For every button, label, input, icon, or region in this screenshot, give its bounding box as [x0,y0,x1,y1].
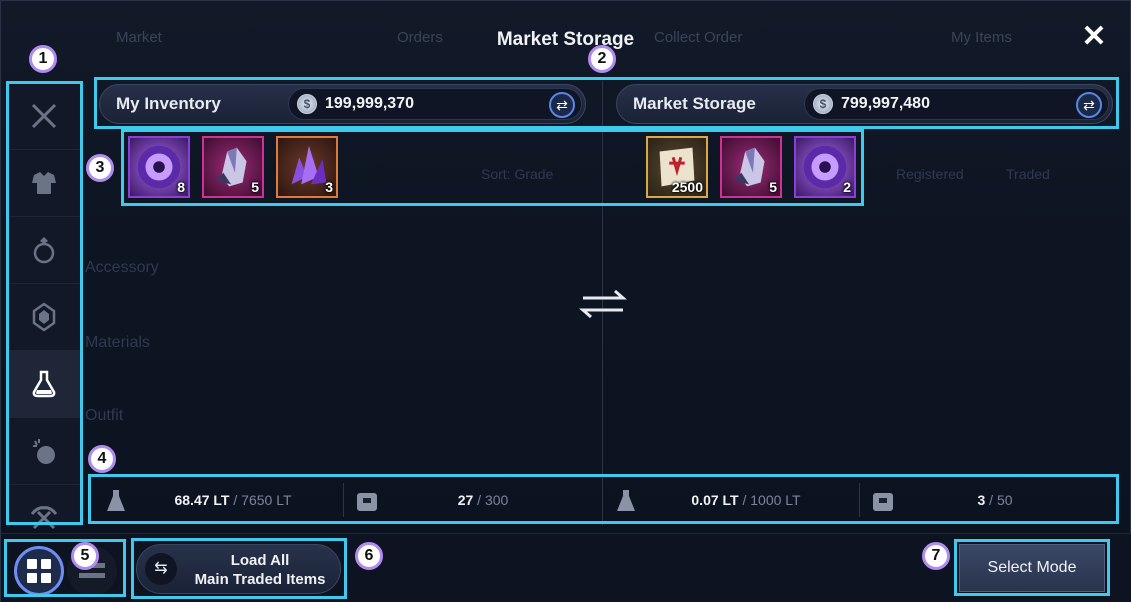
bg-filter-traded: Traded [1006,166,1050,182]
highlight-box-2 [94,77,1119,129]
highlight-box-7 [954,539,1110,596]
highlight-box-3 [121,129,864,206]
close-icon[interactable]: ✕ [1080,22,1108,52]
highlight-box-6 [131,538,347,599]
bg-category-accessory: Accessory [85,259,159,276]
highlight-box-4 [88,474,1119,524]
tutorial-badge-7: 7 [922,542,950,570]
bg-filter-registered: Registered [896,166,964,182]
tutorial-badge-6: 6 [355,542,383,570]
tutorial-badge-3: 3 [86,154,114,182]
bg-category-outfit: Outfit [85,407,124,424]
tutorial-badge-1: 1 [29,45,57,73]
bg-category-materials: Materials [85,334,150,351]
transfer-arrows-icon [579,289,627,319]
highlight-box-1 [6,81,83,525]
highlight-box-5 [4,539,126,597]
tutorial-badge-2: 2 [588,45,616,73]
page-title: Market Storage [496,29,635,50]
market-storage-window: Market Orders Collect Order My Items Mar… [0,0,1131,602]
tutorial-badge-4: 4 [88,445,116,473]
tutorial-badge-5: 5 [71,542,99,570]
